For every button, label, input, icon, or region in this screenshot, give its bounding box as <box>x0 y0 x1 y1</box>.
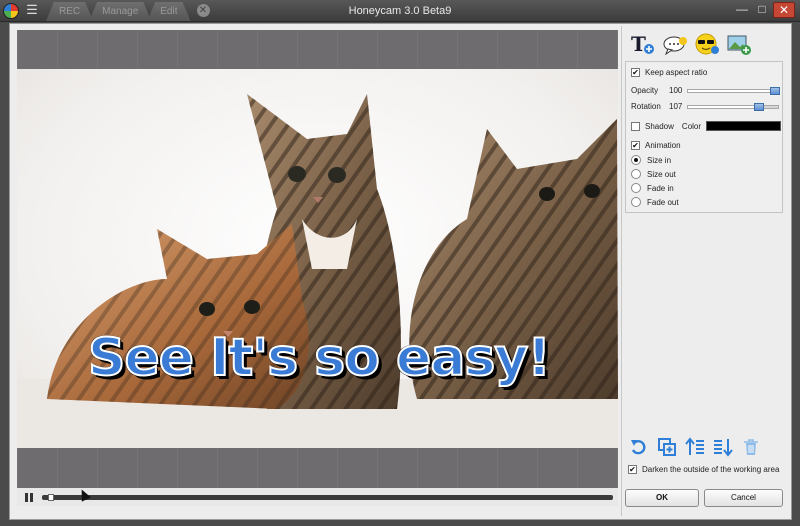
app-logo-icon[interactable] <box>3 3 19 19</box>
radio-size-out-button[interactable] <box>631 169 641 179</box>
properties-panel: ✔ Keep aspect ratio Opacity 100 Rotation… <box>625 61 783 213</box>
tab-rec[interactable]: REC <box>46 2 93 21</box>
panel-divider <box>621 26 622 516</box>
shadow-label: Shadow <box>645 121 674 131</box>
opacity-slider-thumb[interactable] <box>770 86 780 95</box>
insert-toolbar: T <box>630 32 752 56</box>
kittens-illustration <box>17 94 618 448</box>
opacity-value: 100 <box>669 86 683 95</box>
duplicate-icon[interactable] <box>657 437 677 457</box>
radio-fade-out-label: Fade out <box>647 197 679 207</box>
add-image-icon[interactable] <box>726 32 752 56</box>
close-tab-icon[interactable]: ✕ <box>196 4 210 17</box>
rotation-label: Rotation <box>631 102 661 111</box>
pause-icon[interactable] <box>25 493 34 502</box>
radio-size-out-label: Size out <box>647 169 676 179</box>
mode-tabs: REC Manage Edit ✕ <box>46 2 210 21</box>
rotation-slider[interactable] <box>687 102 779 111</box>
radio-size-in-label: Size in <box>647 155 672 165</box>
svg-text:T: T <box>631 32 646 56</box>
animation-checkbox[interactable]: ✔ <box>631 141 640 150</box>
opacity-slider-fill <box>688 89 770 92</box>
radio-fade-in-button[interactable] <box>631 183 641 193</box>
shadow-color-swatch[interactable] <box>706 121 782 131</box>
title-bar: ☰ REC Manage Edit ✕ Honeycam 3.0 Beta9 —… <box>0 0 800 22</box>
darken-outside-label: Darken the outside of the working area <box>642 465 780 474</box>
ok-button[interactable]: OK <box>625 489 699 507</box>
bring-forward-icon[interactable] <box>685 437 705 457</box>
rotation-slider-thumb[interactable] <box>754 102 764 111</box>
menu-icon[interactable]: ☰ <box>24 2 40 18</box>
tab-edit[interactable]: Edit <box>147 2 190 21</box>
radio-size-in[interactable]: Size in <box>631 155 671 165</box>
undo-icon[interactable] <box>629 437 649 457</box>
rotation-value: 107 <box>669 102 683 111</box>
shadow-checkbox[interactable] <box>631 121 640 131</box>
radio-fade-out[interactable]: Fade out <box>631 197 679 207</box>
timeline-handle[interactable] <box>48 494 54 501</box>
delete-icon[interactable] <box>741 437 761 457</box>
tab-manage[interactable]: Manage <box>89 2 151 21</box>
playback-bar <box>17 488 618 506</box>
emoji-sunglasses-icon[interactable] <box>694 32 720 56</box>
animation-label: Animation <box>645 141 681 150</box>
cancel-button[interactable]: Cancel <box>704 489 783 507</box>
rotation-row: Rotation 107 <box>631 102 781 111</box>
add-text-icon[interactable]: T <box>630 32 656 56</box>
keep-aspect-ratio-checkbox[interactable]: ✔ <box>631 68 640 77</box>
send-backward-icon[interactable] <box>713 437 733 457</box>
close-button[interactable]: ✕ <box>773 2 795 18</box>
color-label: Color <box>681 121 702 131</box>
maximize-button[interactable]: □ <box>753 2 771 18</box>
opacity-row: Opacity 100 <box>631 86 781 95</box>
radio-size-out[interactable]: Size out <box>631 169 676 179</box>
animation-row[interactable]: ✔ Animation <box>631 141 681 150</box>
radio-fade-in[interactable]: Fade in <box>631 183 674 193</box>
darken-outside-row[interactable]: ✔ Darken the outside of the working area <box>628 465 779 474</box>
rotation-slider-fill <box>688 105 754 108</box>
darken-outside-checkbox[interactable]: ✔ <box>628 465 637 474</box>
layer-actions-toolbar <box>629 437 761 457</box>
speech-bubble-icon[interactable] <box>662 32 688 56</box>
opacity-slider[interactable] <box>687 86 780 95</box>
keep-aspect-ratio-label: Keep aspect ratio <box>645 68 708 77</box>
timeline-track[interactable] <box>42 494 613 501</box>
shadow-row: Shadow Color <box>631 121 782 131</box>
opacity-label: Opacity <box>631 86 659 95</box>
kittens-photo <box>17 69 618 448</box>
radio-size-in-button[interactable] <box>631 155 641 165</box>
radio-fade-out-button[interactable] <box>631 197 641 207</box>
text-overlay-caption[interactable]: See It's so easy! <box>87 327 552 389</box>
keep-aspect-ratio-row[interactable]: ✔ Keep aspect ratio <box>631 68 707 77</box>
radio-fade-in-label: Fade in <box>647 183 674 193</box>
minimize-button[interactable]: — <box>733 2 751 18</box>
